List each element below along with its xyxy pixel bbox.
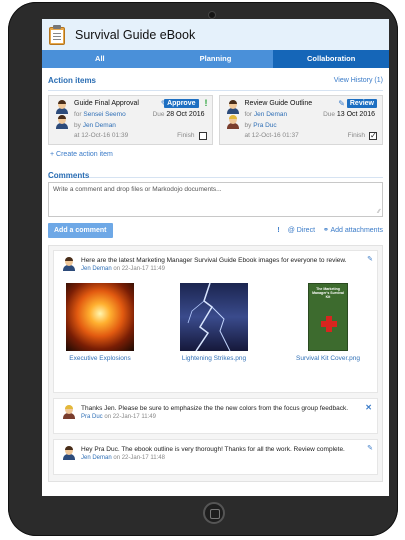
comment-post: Here are the latest Marketing Manager Su… <box>53 250 378 393</box>
attachment-gallery: Executive Explosions Lightening Strikes.… <box>54 281 377 381</box>
tablet-frame: Survival Guide eBook All Planning Collab… <box>8 2 398 536</box>
finish-label: Finish <box>347 132 365 139</box>
comments-title: Comments <box>48 171 90 180</box>
resize-grip-icon[interactable]: ∕∕ <box>378 209 380 215</box>
avatar <box>226 115 240 129</box>
tab-planning[interactable]: Planning <box>158 50 274 68</box>
comment-feed: Here are the latest Marketing Manager Su… <box>48 245 383 482</box>
comment-text: Thanks Jen. Please be sure to emphasize … <box>81 405 349 412</box>
assignee: for Jen Deman <box>244 111 288 118</box>
created-timestamp: at 12-Oct-16 01:39 <box>74 132 129 139</box>
view-history-link[interactable]: View History (1) <box>334 77 383 84</box>
status-badge[interactable]: Review <box>346 99 377 108</box>
avatar <box>62 257 76 271</box>
finish-label: Finish <box>177 132 195 139</box>
action-items-list: Guide Final Approval ✎ Approve ! for Sen… <box>42 91 389 145</box>
avatar <box>62 446 76 460</box>
avatar <box>55 115 69 129</box>
priority-icon: ! <box>204 98 208 108</box>
attachment-item[interactable]: Executive Explosions <box>60 283 140 362</box>
comment-meta: Jen Deman on 22-Jan-17 11:48 <box>81 455 165 461</box>
comment-post: Thanks Jen. Please be sure to emphasize … <box>53 398 378 434</box>
action-item-title: Review Guide Outline <box>244 100 313 107</box>
add-attachments-link[interactable]: ⚭ Add attachments <box>323 226 383 234</box>
avatar <box>55 100 69 114</box>
comments-header: Comments <box>42 161 389 180</box>
attachment-item[interactable]: Lightening Strikes.png <box>174 283 254 362</box>
explosion-image[interactable] <box>66 283 134 351</box>
clipboard-icon <box>47 24 67 46</box>
action-item-card[interactable]: Guide Final Approval ✎ Approve ! for Sen… <box>48 95 213 145</box>
attachment-item[interactable]: The Marketing Manager's Survival Kit Sur… <box>288 283 368 362</box>
attachment-caption[interactable]: Executive Explosions <box>60 355 140 362</box>
attachment-caption[interactable]: Lightening Strikes.png <box>174 355 254 362</box>
comment-actions: Add a comment ! @ Direct ⚭ Add attachmen… <box>42 217 389 239</box>
edit-icon[interactable]: ✎ <box>338 99 345 108</box>
comment-meta: Jen Deman on 22-Jan-17 11:49 <box>81 266 165 272</box>
action-item-card[interactable]: Review Guide Outline ✎ Review for Jen De… <box>218 95 383 145</box>
app-screen: Survival Guide eBook All Planning Collab… <box>42 19 389 496</box>
attachment-caption[interactable]: Survival Kit Cover.png <box>288 355 368 362</box>
comment-meta: Pra Duc on 22-Jan-17 11:49 <box>81 414 156 420</box>
lightning-image[interactable] <box>180 283 248 351</box>
finish-checkbox[interactable]: ✓ <box>369 132 377 140</box>
edit-icon[interactable]: ✎ <box>367 444 373 452</box>
avatar <box>62 405 76 419</box>
creator: by Pra Duc <box>244 122 277 129</box>
due-date: Due 28 Oct 2016 <box>152 111 205 118</box>
avatar <box>226 100 240 114</box>
comment-placeholder: Write a comment and drop files or Markod… <box>53 186 222 193</box>
tab-all[interactable]: All <box>42 50 158 68</box>
created-timestamp: at 12-Oct-16 01:37 <box>244 132 299 139</box>
creator: by Jen Deman <box>74 122 116 129</box>
create-action-item-link[interactable]: + Create action item <box>42 145 389 161</box>
finish-checkbox[interactable] <box>198 132 207 140</box>
camera-icon <box>208 11 216 19</box>
action-items-header: Action items View History (1) <box>42 68 389 88</box>
priority-toggle[interactable]: ! <box>277 227 279 234</box>
edit-icon[interactable]: ✎ <box>367 255 373 263</box>
ebook-cover-image[interactable]: The Marketing Manager's Survival Kit <box>294 283 362 351</box>
assignee: for Sensei Seemo <box>74 111 126 118</box>
comment-text: Hey Pra Duc. The ebook outline is very t… <box>81 446 345 453</box>
comment-text: Here are the latest Marketing Manager Su… <box>81 257 347 264</box>
home-button[interactable] <box>203 502 225 524</box>
page-title: Survival Guide eBook <box>75 27 196 42</box>
comment-post: Hey Pra Duc. The ebook outline is very t… <box>53 439 378 475</box>
due-date: Due 13 Oct 2016 <box>323 111 375 118</box>
direct-mention-link[interactable]: @ Direct <box>288 227 315 234</box>
delete-icon[interactable]: ✕ <box>365 403 372 412</box>
action-item-title: Guide Final Approval <box>74 100 139 107</box>
divider <box>48 177 383 178</box>
status-badge[interactable]: Approve <box>164 99 199 108</box>
tab-collaboration[interactable]: Collaboration <box>273 50 389 68</box>
comment-input[interactable]: Write a comment and drop files or Markod… <box>48 182 383 217</box>
red-cross-icon <box>321 316 337 332</box>
action-items-title: Action items <box>48 76 97 85</box>
tab-bar: All Planning Collaboration <box>42 50 389 68</box>
add-comment-button[interactable]: Add a comment <box>48 222 113 238</box>
title-bar: Survival Guide eBook <box>42 19 389 50</box>
